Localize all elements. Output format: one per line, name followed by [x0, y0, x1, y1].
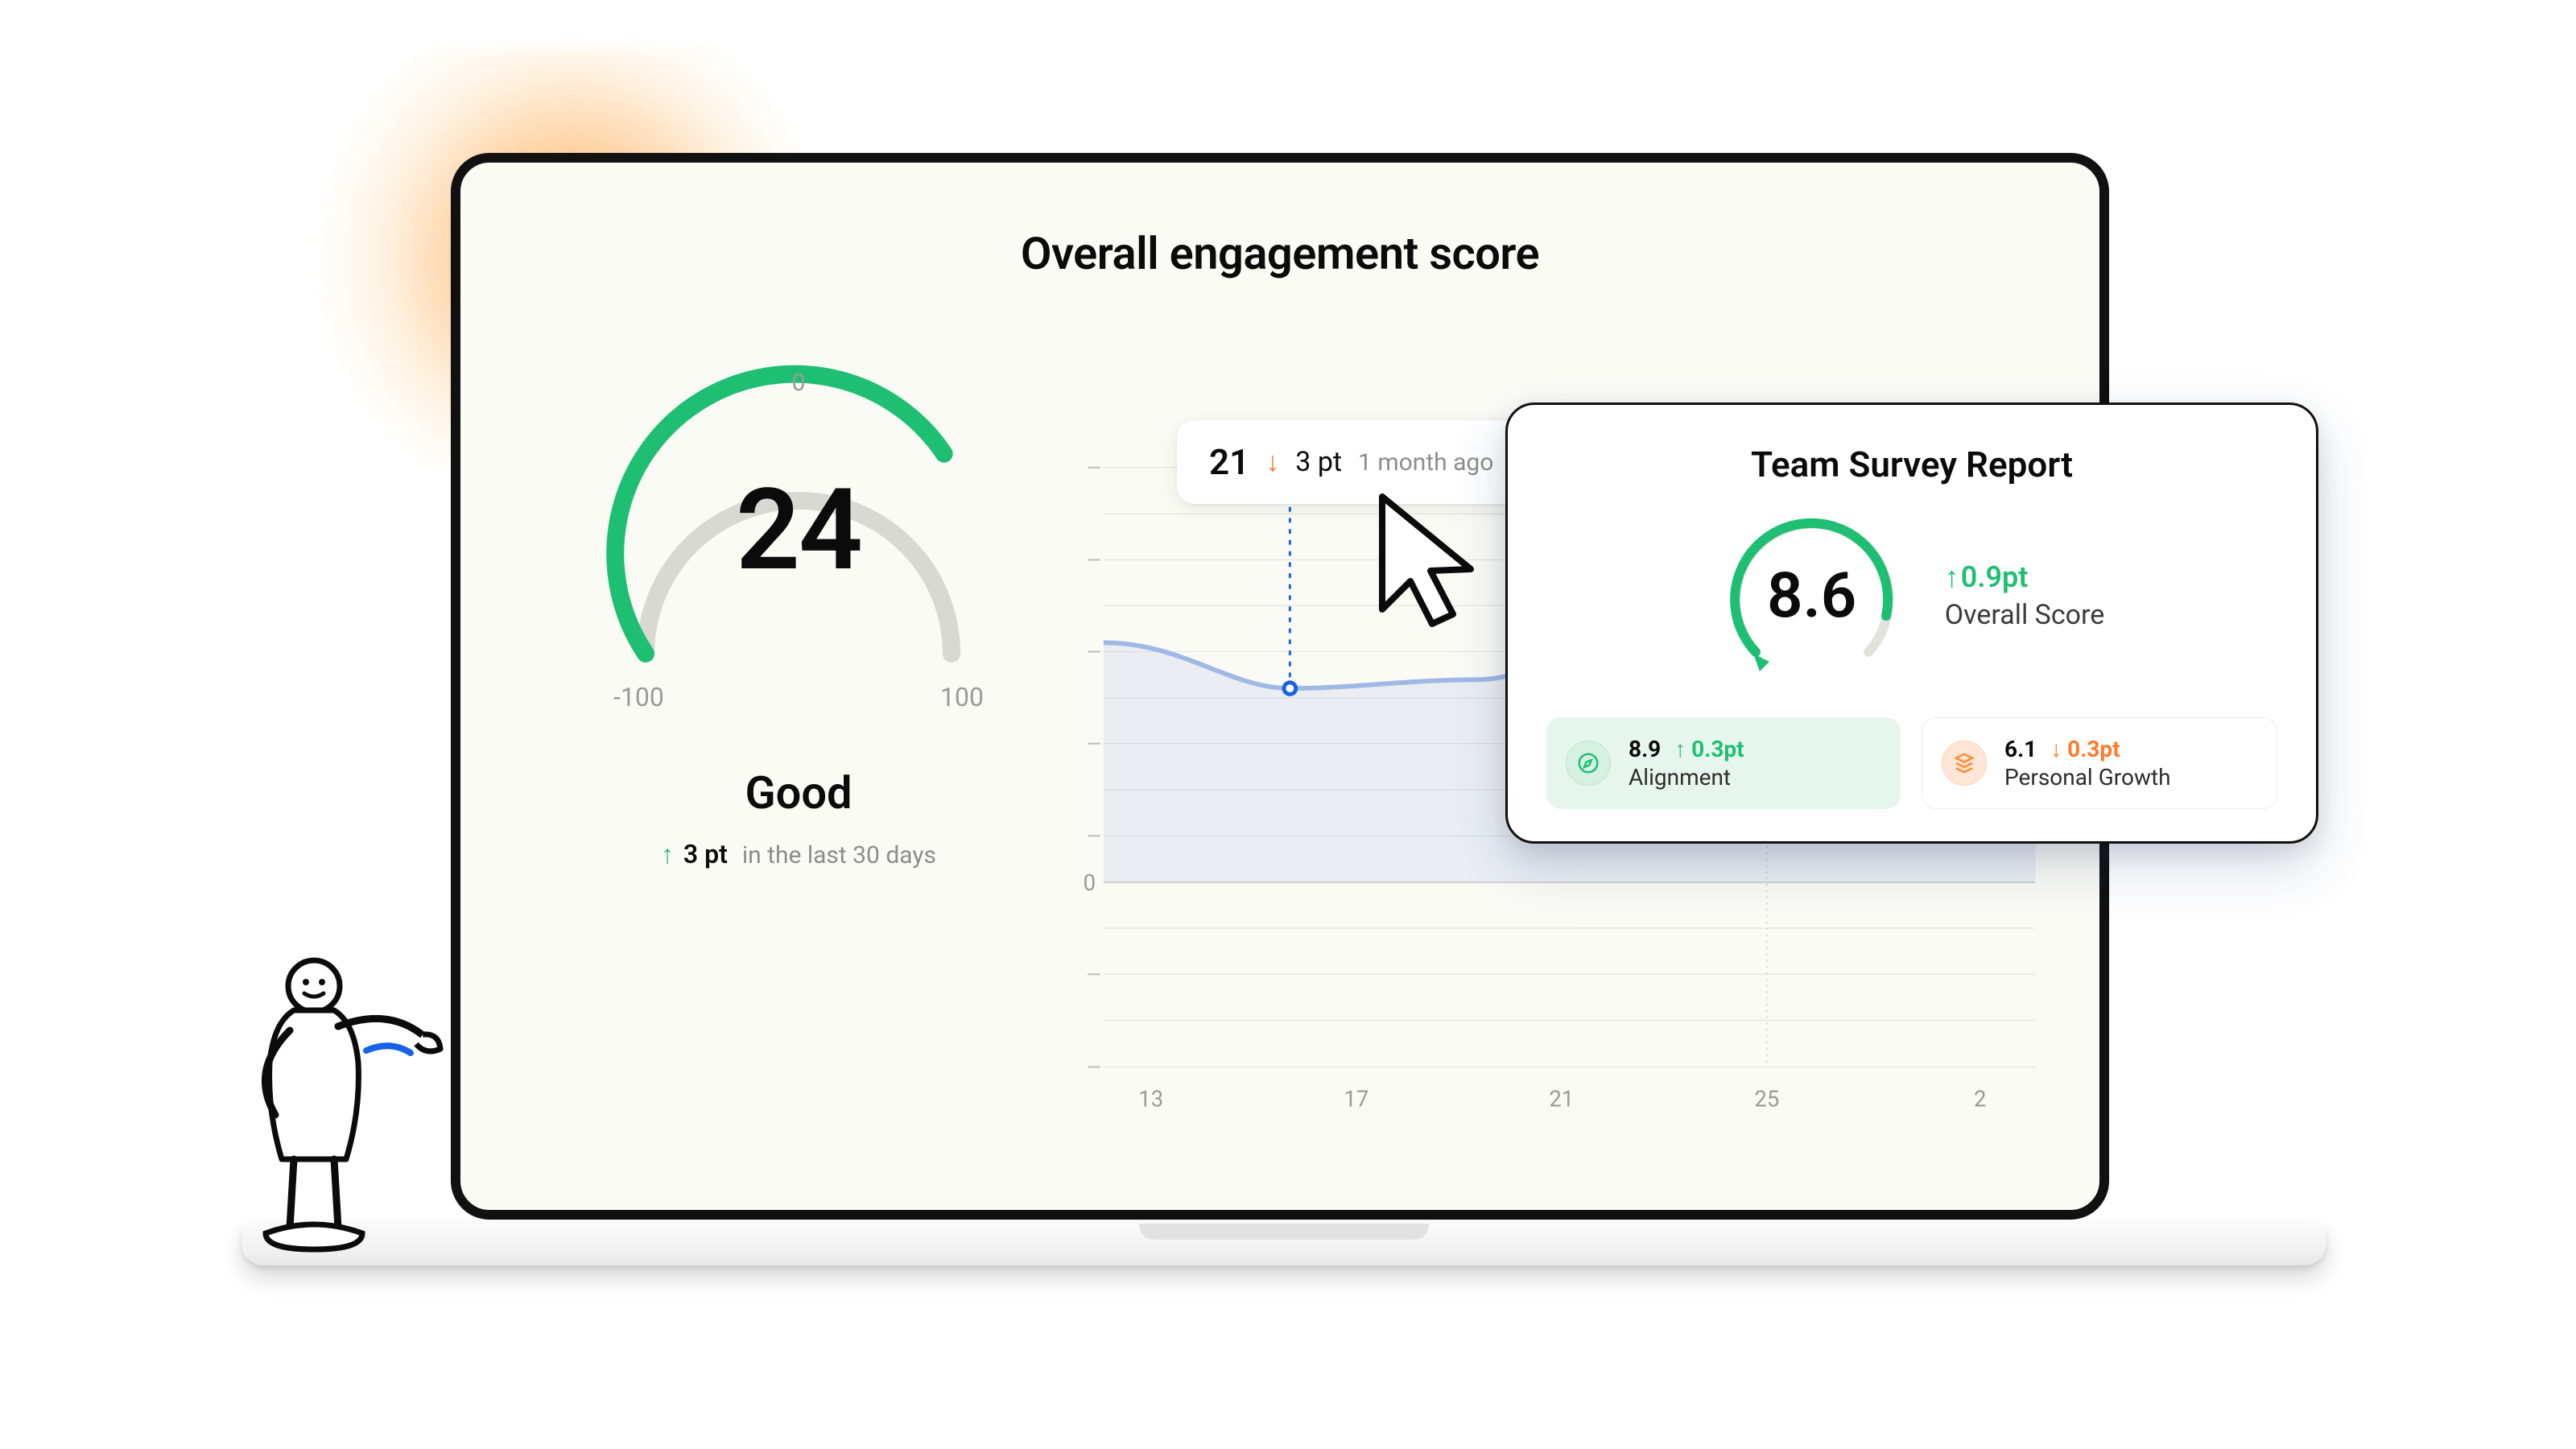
metric-value-row: 6.1 ↓ 0.3pt	[2004, 736, 2171, 762]
y-zero-label: 0	[1084, 870, 1096, 896]
page-title: Overall engagement score	[477, 227, 2083, 280]
survey-overall-delta: ↑0.9pt	[1945, 560, 2105, 594]
survey-overall: ↑0.9pt Overall Score	[1945, 560, 2105, 631]
arrow-up-icon: ↑	[661, 839, 674, 869]
gauge-top-label: 0	[541, 369, 1056, 397]
x-tick: 13	[1138, 1086, 1163, 1112]
gauge-min-label: -100	[613, 682, 664, 712]
survey-overall-label: Overall Score	[1945, 599, 2105, 631]
gauge-delta: ↑ 3 pt in the last 30 days	[541, 839, 1056, 869]
x-tick: 25	[1754, 1086, 1779, 1112]
mascot-person-icon	[217, 950, 459, 1272]
x-tick: 21	[1549, 1086, 1574, 1112]
gauge-period: in the last 30 days	[742, 841, 936, 869]
metric-value-row: 8.9 ↑ 0.3pt	[1629, 736, 1744, 762]
x-tick: 17	[1344, 1086, 1368, 1112]
survey-score-value: 8.6	[1719, 503, 1905, 688]
laptop-base	[242, 1224, 2326, 1265]
team-survey-card[interactable]: Team Survey Report 8.6 ↑0.9pt Overall Sc…	[1505, 402, 2318, 844]
tooltip-time: 1 month ago	[1358, 448, 1493, 477]
gauge-value: 24	[541, 464, 1056, 597]
arrow-up-icon: ↑	[1945, 560, 1959, 594]
survey-card-title: Team Survey Report	[1546, 444, 2277, 485]
engagement-gauge: 0 24 -100 100 Good ↑ 3 pt in the last 30…	[541, 364, 1056, 702]
arrow-down-icon: ↓ 0.3pt	[2050, 736, 2120, 762]
metric-name: Alignment	[1629, 764, 1744, 791]
gauge-delta-value: 3 pt	[683, 839, 728, 869]
layers-icon	[1942, 741, 1987, 786]
tooltip-delta: 3 pt	[1295, 446, 1342, 478]
arrow-up-icon: ↑ 0.3pt	[1674, 736, 1744, 762]
cursor-icon	[1366, 489, 1511, 642]
arrow-down-icon: ↓	[1265, 446, 1279, 478]
survey-score-gauge: 8.6	[1719, 503, 1905, 688]
x-tick: 2	[1974, 1086, 1986, 1112]
metric-card-personal-growth[interactable]: 6.1 ↓ 0.3pt Personal Growth	[1922, 717, 2277, 809]
tooltip-value: 21	[1209, 441, 1249, 483]
gauge-max-label: 100	[940, 682, 984, 712]
survey-metric-row: 8.9 ↑ 0.3pt Alignment 6.1 ↓ 0.3pt Person…	[1546, 717, 2277, 809]
compass-icon	[1566, 741, 1611, 786]
metric-name: Personal Growth	[2004, 764, 2171, 791]
survey-score-row: 8.6 ↑0.9pt Overall Score	[1546, 503, 2277, 688]
metric-card-alignment[interactable]: 8.9 ↑ 0.3pt Alignment	[1546, 717, 1901, 809]
laptop-notch	[1139, 1224, 1429, 1240]
gauge-caption: Good	[541, 766, 1056, 819]
